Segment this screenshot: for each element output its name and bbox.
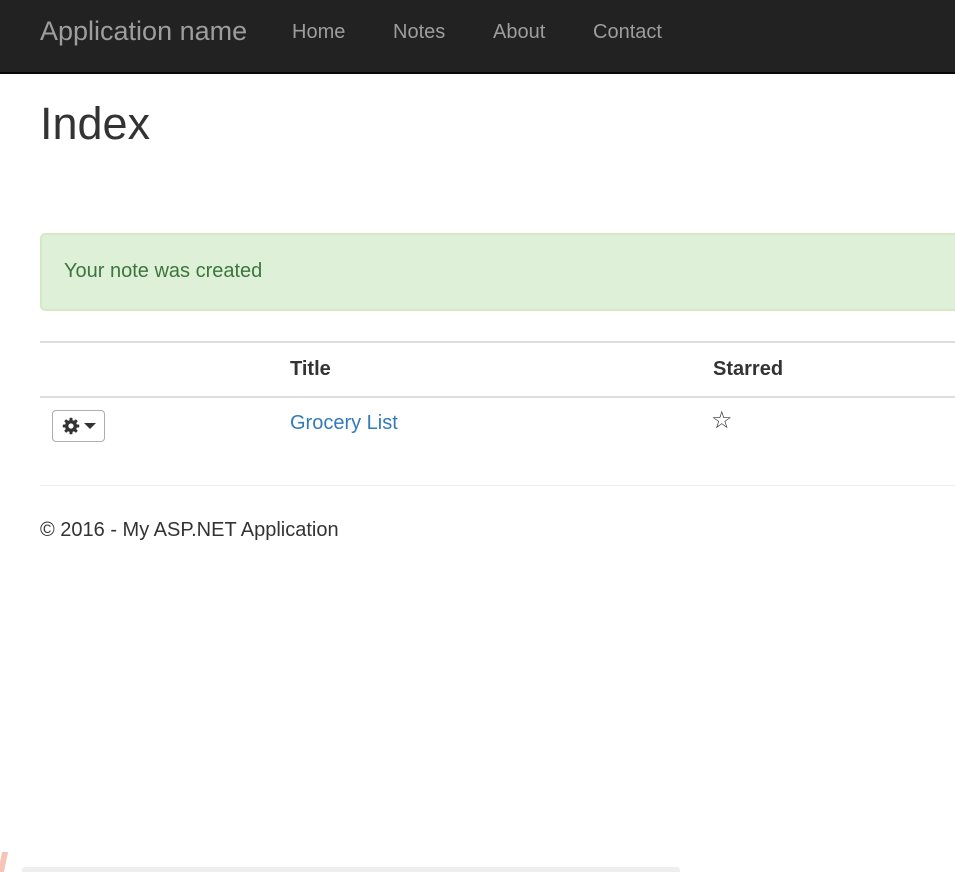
alert-message: Your note was created bbox=[64, 260, 263, 282]
nav-link-about[interactable]: About bbox=[493, 21, 545, 44]
footer-copyright: © 2016 - My ASP.NET Application bbox=[40, 519, 339, 541]
footer-divider bbox=[40, 485, 955, 486]
success-alert: Your note was created bbox=[40, 233, 955, 311]
star-outline-icon[interactable]: ☆ bbox=[711, 409, 733, 433]
column-header-starred: Starred bbox=[713, 358, 784, 380]
edge-decoration bbox=[0, 852, 9, 872]
table-top-border bbox=[40, 341, 955, 343]
note-title-link[interactable]: Grocery List bbox=[290, 412, 398, 435]
brand-link[interactable]: Application name bbox=[40, 16, 247, 47]
bottom-panel-edge bbox=[22, 867, 680, 872]
nav-link-contact[interactable]: Contact bbox=[593, 21, 662, 44]
caret-down-icon bbox=[83, 422, 96, 430]
top-navbar: Application name Home Notes About Contac… bbox=[0, 0, 955, 74]
nav-link-notes[interactable]: Notes bbox=[393, 21, 445, 44]
nav-link-home[interactable]: Home bbox=[292, 21, 345, 44]
column-header-title: Title bbox=[290, 358, 331, 380]
page-title: Index bbox=[40, 98, 151, 149]
actions-dropdown-button[interactable] bbox=[52, 410, 105, 442]
gear-icon bbox=[62, 417, 80, 435]
table-header-border bbox=[40, 396, 955, 398]
